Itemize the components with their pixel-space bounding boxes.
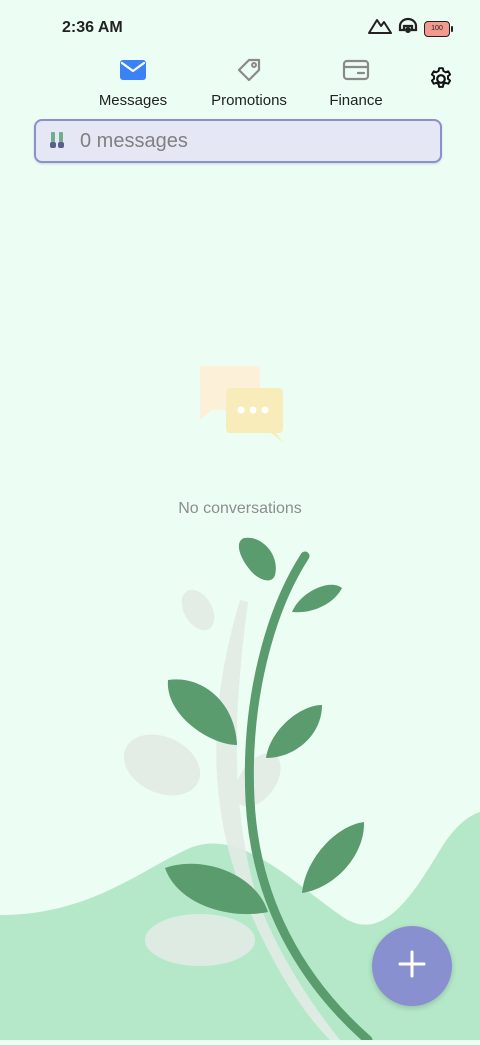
status-time: 2:36 AM (62, 19, 123, 36)
battery-icon: 100 (424, 20, 453, 37)
plus-icon (397, 949, 427, 984)
card-icon (340, 54, 372, 86)
envelope-icon (117, 54, 149, 86)
status-bar: 2:36 AM 100 (0, 0, 480, 56)
tab-finance-label: Finance (329, 92, 383, 109)
tab-promotions-label: Promotions (211, 92, 287, 109)
status-icons: 100 (368, 17, 453, 40)
new-conversation-button[interactable] (372, 926, 452, 1006)
gear-icon (428, 66, 454, 97)
search-bar[interactable] (34, 119, 442, 163)
empty-state-text: No conversations (178, 500, 302, 517)
tab-bar: Messages Promotions Finance (0, 54, 480, 114)
tab-messages[interactable]: Messages (73, 54, 193, 109)
tab-finance[interactable]: Finance (296, 54, 416, 109)
filter-icon[interactable] (46, 130, 68, 152)
signal-icon (368, 17, 392, 40)
tab-promotions[interactable]: Promotions (189, 54, 309, 109)
search-input[interactable] (78, 128, 402, 154)
headset-icon (398, 17, 418, 40)
settings-button[interactable] (426, 66, 456, 96)
tab-messages-label: Messages (98, 92, 168, 109)
tag-icon (233, 54, 265, 86)
chat-bubbles-icon (196, 362, 286, 444)
